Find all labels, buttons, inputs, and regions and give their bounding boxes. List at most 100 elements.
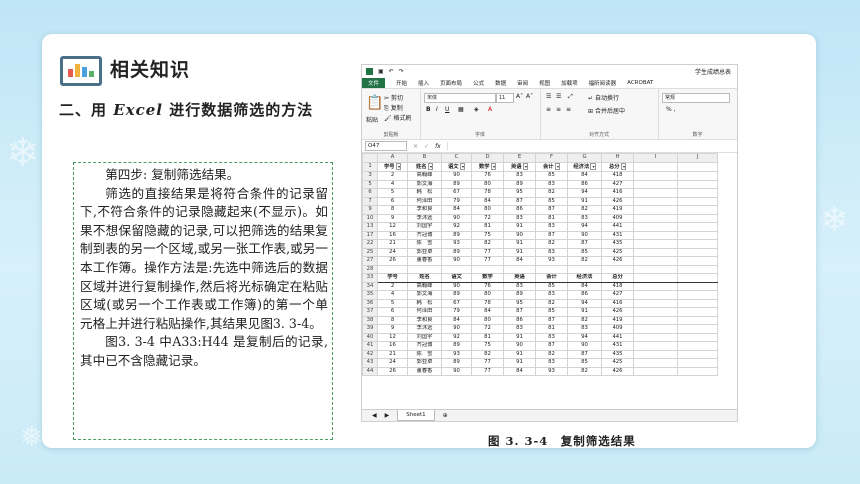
orientation-icon[interactable]: ⤢ <box>568 93 573 101</box>
data-cell[interactable]: 431 <box>601 230 634 240</box>
data-cell[interactable]: 87 <box>503 307 536 317</box>
data-cell[interactable]: 齐冠博 <box>407 341 442 351</box>
data-cell[interactable]: 67 <box>441 298 472 308</box>
paste-icon[interactable]: 📋 <box>366 95 383 111</box>
data-cell[interactable]: 82 <box>567 256 602 266</box>
data-cell[interactable]: 91 <box>503 332 536 342</box>
row-number[interactable]: 3 <box>362 171 378 181</box>
format-painter-button[interactable]: 🖌 格式刷 <box>384 113 412 122</box>
font-size-dropdown[interactable]: 11 <box>496 93 514 103</box>
data-cell[interactable] <box>677 196 718 206</box>
data-cell[interactable]: 79 <box>441 307 472 317</box>
data-cell[interactable] <box>633 358 678 368</box>
tab-addins[interactable]: 加载项 <box>561 79 578 87</box>
data-cell[interactable]: 24 <box>377 358 408 368</box>
data-cell[interactable] <box>535 264 568 274</box>
data-cell[interactable]: 426 <box>601 196 634 206</box>
header-cell[interactable]: 姓名 ▾ <box>407 161 442 172</box>
data-cell[interactable] <box>677 171 718 181</box>
align-center-icon[interactable]: ≡ <box>556 106 561 113</box>
data-cell[interactable]: 77 <box>471 358 504 368</box>
data-cell[interactable] <box>677 264 718 274</box>
header-cell[interactable]: 会计 <box>535 273 568 283</box>
data-cell[interactable] <box>677 179 718 189</box>
data-cell[interactable]: 董春香 <box>407 366 442 376</box>
data-cell[interactable]: 87 <box>567 239 602 249</box>
data-cell[interactable] <box>677 213 718 223</box>
tab-insert[interactable]: 插入 <box>418 79 429 87</box>
tab-home[interactable]: 开始 <box>396 79 407 87</box>
row-number[interactable]: 13 <box>362 222 378 232</box>
header-cell[interactable]: 数学 ▾ <box>471 161 504 172</box>
data-cell[interactable]: 77 <box>471 366 504 376</box>
data-cell[interactable]: 90 <box>441 366 472 376</box>
row-number[interactable]: 5 <box>362 179 378 189</box>
filter-dropdown-icon[interactable]: ▾ <box>620 162 626 170</box>
data-cell[interactable]: 84 <box>503 366 536 376</box>
data-cell[interactable]: 82 <box>567 366 602 376</box>
data-cell[interactable]: 89 <box>503 290 536 300</box>
header-cell[interactable]: 语文 ▾ <box>441 161 472 172</box>
data-cell[interactable]: 418 <box>601 171 634 181</box>
column-letter[interactable]: B <box>407 153 442 163</box>
data-cell[interactable] <box>633 349 678 359</box>
data-cell[interactable] <box>633 196 678 206</box>
data-cell[interactable]: 李沐远 <box>407 213 442 223</box>
data-cell[interactable]: 6 <box>377 307 408 317</box>
wrap-text-button[interactable]: ↵ 自动换行 <box>588 93 619 102</box>
data-cell[interactable]: 425 <box>601 358 634 368</box>
data-cell[interactable]: 82 <box>471 239 504 249</box>
row-number[interactable]: 34 <box>362 281 378 291</box>
row-number[interactable]: 17 <box>362 230 378 240</box>
data-cell[interactable]: 75 <box>471 230 504 240</box>
data-cell[interactable]: 80 <box>471 179 504 189</box>
data-cell[interactable]: 5 <box>377 188 408 198</box>
data-cell[interactable] <box>677 281 718 291</box>
scroll-left-icon[interactable]: ◀ <box>372 412 377 419</box>
data-cell[interactable]: 2 <box>377 171 408 181</box>
data-cell[interactable]: 87 <box>535 315 568 325</box>
data-cell[interactable]: 8 <box>377 315 408 325</box>
column-letter[interactable]: A <box>377 153 408 163</box>
data-cell[interactable]: 94 <box>567 332 602 342</box>
data-cell[interactable]: 韩 松 <box>407 298 442 308</box>
header-cell[interactable] <box>677 161 718 172</box>
align-right-icon[interactable]: ≡ <box>566 106 571 113</box>
data-cell[interactable]: 441 <box>601 332 634 342</box>
row-number[interactable]: 9 <box>362 205 378 215</box>
column-letter[interactable]: F <box>535 153 568 163</box>
data-cell[interactable]: 81 <box>471 222 504 232</box>
data-cell[interactable]: 89 <box>503 179 536 189</box>
data-cell[interactable] <box>633 264 678 274</box>
row-number[interactable]: 35 <box>362 290 378 300</box>
data-cell[interactable]: 83 <box>535 179 568 189</box>
data-cell[interactable]: 26 <box>377 366 408 376</box>
data-cell[interactable]: 82 <box>567 315 602 325</box>
data-cell[interactable]: 419 <box>601 205 634 215</box>
data-cell[interactable]: 86 <box>503 205 536 215</box>
data-cell[interactable]: 91 <box>503 349 536 359</box>
tab-file[interactable]: 文件 <box>362 77 386 88</box>
data-cell[interactable]: 416 <box>601 188 634 198</box>
row-number[interactable]: 40 <box>362 332 378 342</box>
data-cell[interactable]: 李和良 <box>407 205 442 215</box>
data-cell[interactable]: 高翰峰 <box>407 171 442 181</box>
bold-button[interactable]: B <box>426 106 431 113</box>
data-cell[interactable]: 86 <box>567 290 602 300</box>
header-cell[interactable]: 会计 ▾ <box>535 161 568 172</box>
row-number[interactable]: 36 <box>362 298 378 308</box>
row-number[interactable]: 7 <box>362 196 378 206</box>
font-name-dropdown[interactable]: 宋体 <box>424 93 496 103</box>
header-cell[interactable]: 英语 <box>503 273 536 283</box>
data-cell[interactable] <box>633 256 678 266</box>
data-cell[interactable]: 84 <box>503 256 536 266</box>
data-cell[interactable]: 高翰峰 <box>407 281 442 291</box>
data-cell[interactable] <box>633 307 678 317</box>
font-color-icon[interactable]: A <box>488 106 492 113</box>
column-letter[interactable]: C <box>441 153 472 163</box>
cancel-icon[interactable]: ✕ <box>413 143 418 150</box>
row-number[interactable]: 44 <box>362 366 378 376</box>
align-middle-icon[interactable]: ☰ <box>556 93 561 100</box>
header-cell[interactable]: 语文 <box>441 273 472 283</box>
data-cell[interactable]: 94 <box>567 298 602 308</box>
